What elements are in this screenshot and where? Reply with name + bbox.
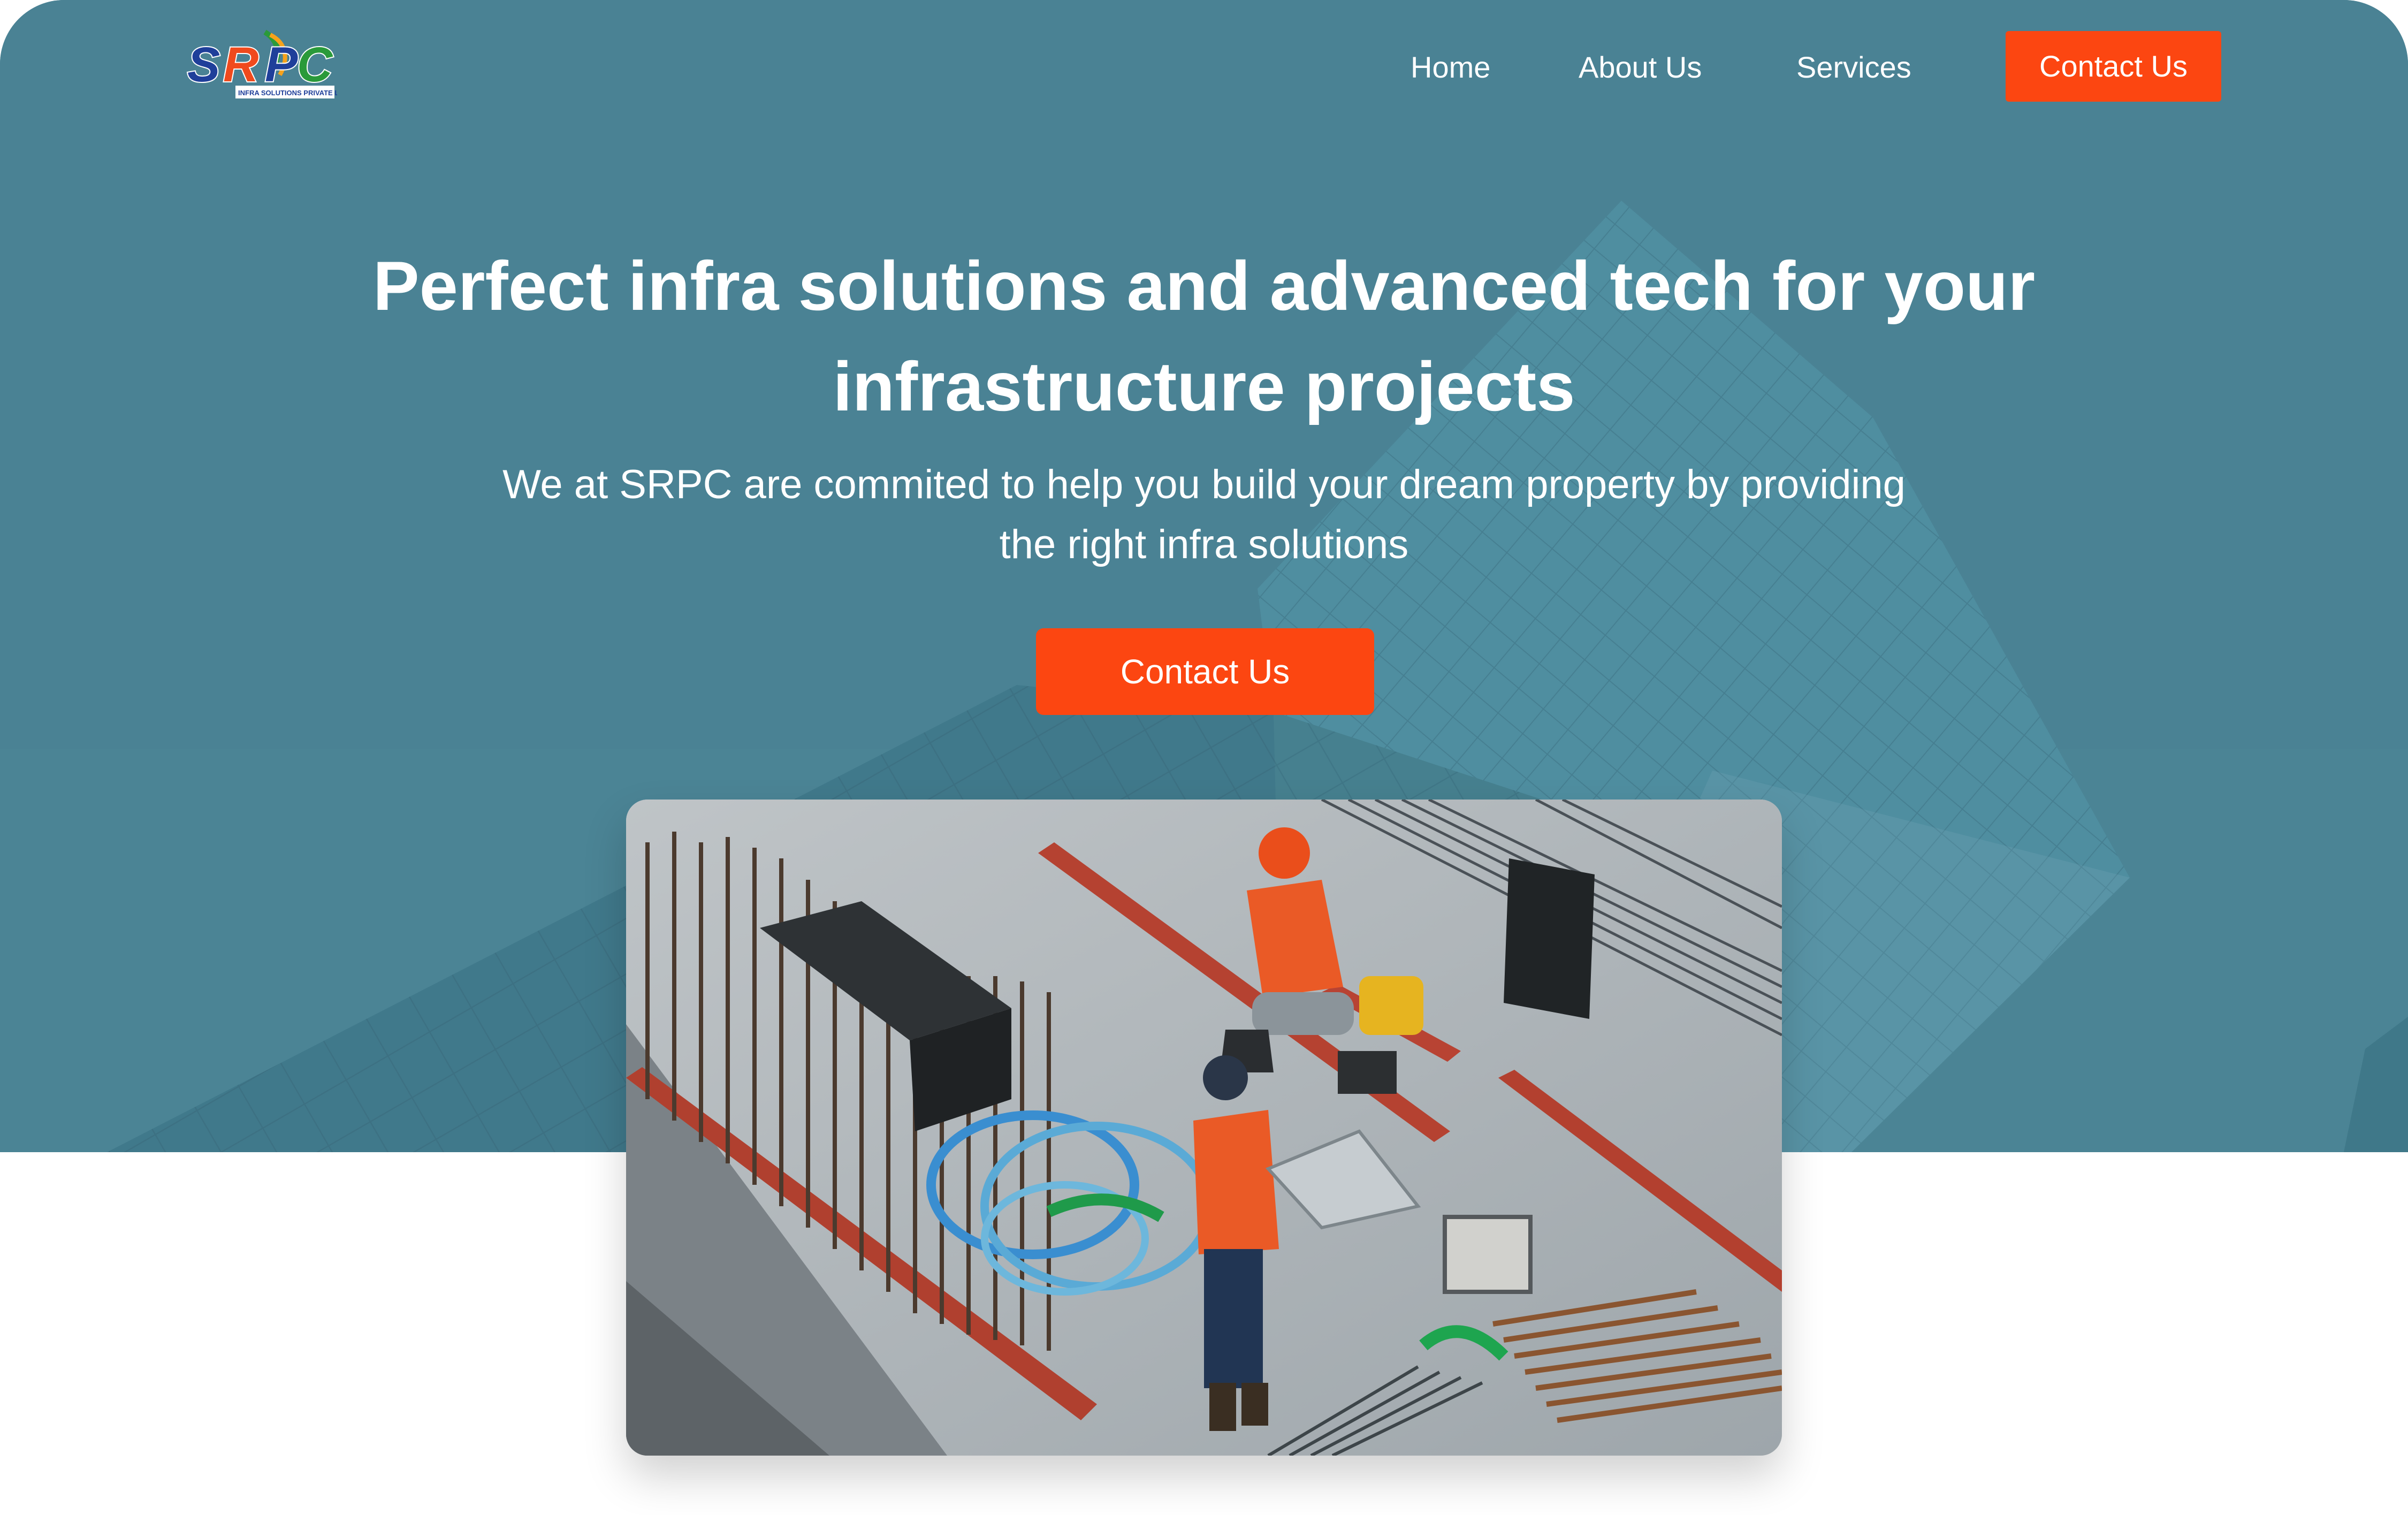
hero-contact-us-button[interactable]: Contact Us <box>1036 628 1374 715</box>
nav-services[interactable]: Services <box>1796 31 1911 103</box>
svg-text:INFRA SOLUTIONS PRIVATE LIMITE: INFRA SOLUTIONS PRIVATE LIMITED <box>238 89 337 97</box>
hero-headline: Perfect infra solutions and advanced tec… <box>0 235 2408 437</box>
svg-text:S: S <box>187 37 220 92</box>
svg-text:R: R <box>223 37 258 92</box>
hero-subtext: We at SRPC are commited to help you buil… <box>428 455 1980 575</box>
nav-about-us[interactable]: About Us <box>1579 31 1702 103</box>
nav-home[interactable]: Home <box>1411 31 1490 103</box>
construction-site-image <box>626 800 1782 1456</box>
svg-text:C: C <box>297 37 333 92</box>
nav-contact-us-button[interactable]: Contact Us <box>2006 31 2221 102</box>
hero-headline-line-2: infrastructure projects <box>833 347 1575 425</box>
hero-subtext-line-2: the right infra solutions <box>999 522 1409 567</box>
svg-text:P: P <box>265 37 298 92</box>
hero-headline-line-1: Perfect infra solutions and advanced tec… <box>372 247 2036 325</box>
hero-subtext-line-1: We at SRPC are commited to help you buil… <box>502 462 1906 507</box>
brand-logo[interactable]: S R P C INFRA SOLUTIONS PRIVATE LIMITED <box>185 21 362 112</box>
